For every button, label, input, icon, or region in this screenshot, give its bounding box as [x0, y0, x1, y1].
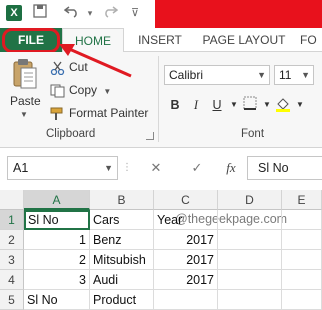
format-painter-label: Format Painter — [69, 106, 149, 120]
name-box[interactable]: A1 ▼ — [7, 156, 118, 180]
clipboard-group-label: Clipboard — [46, 128, 96, 140]
tab-formulas[interactable]: FO — [300, 28, 322, 52]
cell-c1[interactable]: Year — [154, 210, 218, 230]
cell-d3[interactable] — [218, 250, 282, 270]
cell-d4[interactable] — [218, 270, 282, 290]
save-icon[interactable] — [32, 4, 48, 22]
clipboard-dialog-launcher-icon[interactable] — [146, 132, 154, 140]
file-highlight-ring — [2, 28, 60, 53]
copy-dropdown-icon[interactable]: ▼ — [103, 87, 111, 96]
copy-icon — [50, 84, 66, 98]
row-header-2[interactable]: 2 — [0, 230, 24, 250]
borders-dropdown-icon[interactable]: ▼ — [259, 96, 275, 114]
cell-a2[interactable]: 1 — [24, 230, 90, 250]
cell-a5[interactable]: Sl No — [24, 290, 90, 310]
red-arrow-annotation — [59, 44, 132, 78]
cell-a1[interactable]: Sl No — [24, 210, 90, 230]
row-header-5[interactable]: 5 — [0, 290, 24, 310]
fill-color-icon[interactable] — [275, 96, 291, 114]
format-painter-button[interactable]: Format Painter — [50, 104, 148, 122]
cell-e5[interactable] — [282, 290, 322, 310]
tab-insert[interactable]: INSERT — [132, 28, 188, 52]
cell-d5[interactable] — [218, 290, 282, 310]
font-size-select[interactable]: 11 ▼ — [274, 65, 314, 85]
cell-c4[interactable]: 2017 — [154, 270, 218, 290]
copy-button[interactable]: Copy ▼ — [50, 81, 111, 99]
cell-e4[interactable] — [282, 270, 322, 290]
cell-b1[interactable]: Cars — [90, 210, 154, 230]
font-name-select[interactable]: Calibri ▼ — [164, 65, 270, 85]
font-name-dropdown-icon[interactable]: ▼ — [257, 66, 266, 84]
fill-color-dropdown-icon[interactable]: ▼ — [292, 96, 308, 114]
enter-icon[interactable]: ✓ — [187, 158, 207, 178]
font-name-value: Calibri — [169, 68, 204, 82]
cancel-icon[interactable]: ✕ — [146, 158, 166, 178]
cell-a3[interactable]: 2 — [24, 250, 90, 270]
cell-c3[interactable]: 2017 — [154, 250, 218, 270]
font-group-label: Font — [241, 128, 265, 140]
excel-logo-icon: X — [6, 5, 22, 21]
column-header-a[interactable]: A — [24, 190, 90, 210]
column-header-c[interactable]: C — [154, 190, 218, 210]
formula-bar-grip-icon[interactable]: ⋮ — [122, 158, 132, 178]
underline-button[interactable]: U — [209, 96, 225, 114]
redo-icon[interactable] — [100, 4, 120, 22]
italic-button[interactable]: I — [188, 96, 204, 114]
cell-d2[interactable] — [218, 230, 282, 250]
row-header-1[interactable]: 1 — [0, 210, 24, 230]
cell-d1[interactable] — [218, 210, 282, 230]
undo-icon[interactable] — [62, 4, 82, 22]
name-box-dropdown-icon[interactable]: ▼ — [104, 157, 113, 179]
cell-b2[interactable]: Benz — [90, 230, 154, 250]
cell-e3[interactable] — [282, 250, 322, 270]
undo-dropdown-icon[interactable]: ▾ — [85, 4, 95, 22]
column-header-d[interactable]: D — [218, 190, 282, 210]
cell-b3[interactable]: Mitsubish — [90, 250, 154, 270]
column-header-e[interactable]: E — [282, 190, 322, 210]
name-box-value: A1 — [13, 161, 29, 175]
cell-e1[interactable] — [282, 210, 322, 230]
tab-page-layout[interactable]: PAGE LAYOUT — [196, 28, 292, 52]
bold-button[interactable]: B — [167, 96, 183, 114]
cell-b5[interactable]: Product — [90, 290, 154, 310]
insert-function-icon[interactable]: fx — [220, 158, 242, 178]
cell-c5[interactable] — [154, 290, 218, 310]
select-all-corner[interactable] — [0, 190, 24, 210]
borders-icon[interactable] — [242, 96, 258, 114]
paste-button-label[interactable]: Paste — [10, 94, 41, 108]
paste-dropdown-icon[interactable]: ▼ — [20, 110, 28, 119]
cell-a4[interactable]: 3 — [24, 270, 90, 290]
paste-icon[interactable] — [12, 58, 38, 90]
font-size-dropdown-icon[interactable]: ▼ — [301, 66, 310, 84]
column-header-b[interactable]: B — [90, 190, 154, 210]
formula-input[interactable]: Sl No — [247, 156, 322, 180]
row-header-3[interactable]: 3 — [0, 250, 24, 270]
cell-c2[interactable]: 2017 — [154, 230, 218, 250]
font-size-value: 11 — [279, 68, 292, 82]
underline-dropdown-icon[interactable]: ▼ — [226, 96, 242, 114]
cell-b4[interactable]: Audi — [90, 270, 154, 290]
format-painter-icon — [50, 107, 66, 121]
redacted-banner — [155, 0, 322, 28]
row-header-4[interactable]: 4 — [0, 270, 24, 290]
copy-label: Copy — [69, 83, 98, 97]
customize-qat-icon[interactable]: ⊽ — [128, 4, 142, 22]
cell-e2[interactable] — [282, 230, 322, 250]
group-separator — [158, 56, 159, 142]
